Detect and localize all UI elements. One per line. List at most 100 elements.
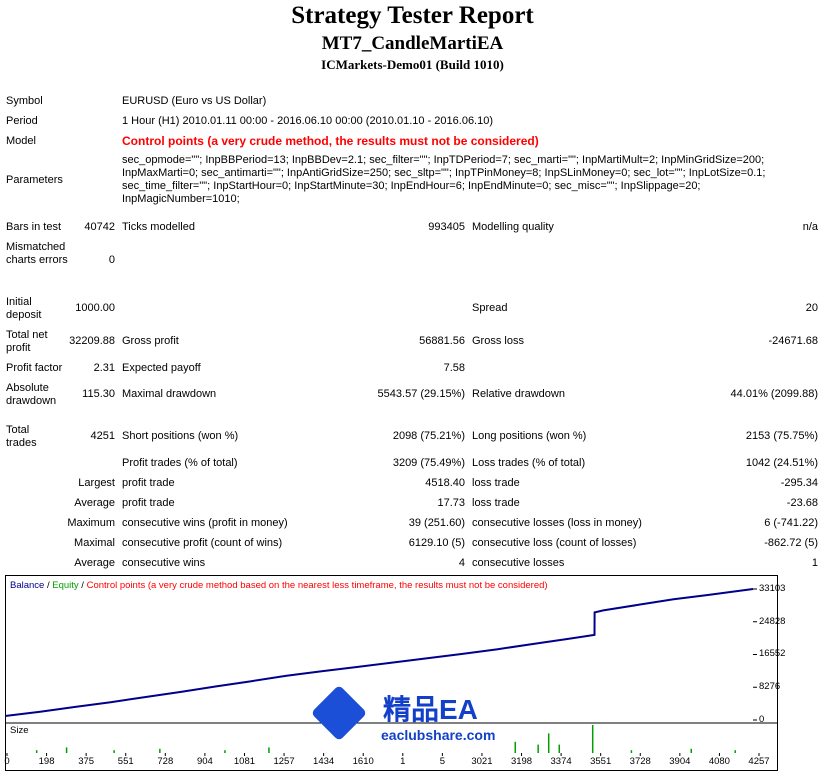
short-value: 2098 (75.21%) <box>392 430 465 442</box>
spread-label: Spread <box>472 302 508 314</box>
model-value: Control points (a very crude method, the… <box>122 134 539 148</box>
average-pt-label: profit trade <box>122 497 175 509</box>
size-label: Size <box>10 725 29 736</box>
maximal-label: Maximal <box>74 537 115 549</box>
quality-value: n/a <box>802 221 818 233</box>
watermark: 精品EA eaclubshare.com <box>310 684 510 748</box>
maximum-l-label: consecutive losses (loss in money) <box>472 517 642 529</box>
x-tick-label: 1081 <box>233 756 256 767</box>
long-value: 2153 (75.75%) <box>745 430 818 442</box>
average-label: Average <box>74 497 115 509</box>
x-tick-label: 375 <box>78 756 95 767</box>
y-tick-label: 8276 <box>759 681 781 693</box>
trades-value: 4251 <box>90 430 115 442</box>
maximal-l-label: consecutive loss (count of losses) <box>472 537 637 549</box>
y-tick-label: 33103 <box>759 583 786 594</box>
pt-label: Profit trades (% of total) <box>122 457 238 469</box>
average-lt-value: -23.68 <box>786 497 818 509</box>
symbol-value: EURUSD (Euro vs US Dollar) <box>122 95 267 107</box>
period-label: Period <box>6 115 38 127</box>
x-tick-label: 4257 <box>748 756 770 767</box>
legend-balance: Balance <box>10 580 45 591</box>
avgc-w-value: 4 <box>458 557 465 569</box>
largest-pt-value: 4518.40 <box>425 477 465 489</box>
maximum-w-label: consecutive wins (profit in money) <box>122 517 288 529</box>
legend-equity: Equity <box>52 580 79 591</box>
average-pt-value: 17.73 <box>437 497 465 509</box>
grossloss-label: Gross loss <box>472 335 524 347</box>
netprofit-label: Total net profit <box>6 329 48 354</box>
watermark-logo-icon <box>310 684 368 742</box>
absdd-label: Absolute drawdown <box>6 382 57 407</box>
x-tick-label: 3374 <box>550 756 572 767</box>
pf-label: Profit factor <box>6 362 63 374</box>
y-tick-label: 0 <box>759 714 765 725</box>
payoff-value: 7.58 <box>443 362 465 374</box>
absdd-value: 115.30 <box>82 388 115 400</box>
x-tick-label: 3021 <box>471 756 493 767</box>
grossprofit-label: Gross profit <box>122 335 179 347</box>
x-tick-label: 551 <box>117 756 134 767</box>
x-tick-label: 3728 <box>629 756 651 767</box>
average-lt-label: loss trade <box>472 497 520 509</box>
lt-label: Loss trades (% of total) <box>472 457 586 469</box>
symbol-label: Symbol <box>6 95 43 107</box>
lt-value: 1042 (24.51%) <box>745 457 818 469</box>
maximum-w-value: 39 (251.60) <box>408 517 465 529</box>
short-label: Short positions (won %) <box>122 430 239 442</box>
deposit-label: Initial deposit <box>6 296 42 321</box>
chart-legend: Balance / Equity / Control points (a ver… <box>10 580 548 591</box>
pf-value: 2.31 <box>93 362 115 374</box>
x-tick-label: 3198 <box>510 756 533 767</box>
legend-note: Control points (a very crude method base… <box>86 580 548 591</box>
reldd-label: Relative drawdown <box>472 388 565 400</box>
x-tick-label: 3904 <box>669 756 691 767</box>
avgc-l-value: 1 <box>811 557 818 569</box>
largest-pt-label: profit trade <box>122 477 175 489</box>
maximal-p-value: 6129.10 (5) <box>408 537 465 549</box>
grossloss-value: -24671.68 <box>768 335 818 347</box>
maximal-l-value: -862.72 (5) <box>764 537 818 549</box>
y-tick-label: 24828 <box>759 615 786 627</box>
avgc-w-label: consecutive wins <box>122 557 206 569</box>
period-value: 1 Hour (H1) 2010.01.11 00:00 - 2016.06.1… <box>122 115 494 127</box>
spread-value: 20 <box>805 302 818 314</box>
ticks-value: 993405 <box>428 221 465 233</box>
x-tick-label: 0 <box>4 756 10 767</box>
x-tick-label: 5 <box>439 756 445 767</box>
trades-label: Total trades <box>6 424 37 449</box>
parameters-value: sec_opmode=""; InpBBPeriod=13; InpBBDev=… <box>122 154 766 205</box>
grossprofit-value: 56881.56 <box>419 335 465 347</box>
avgc-label: Average <box>74 557 115 569</box>
reldd-value: 44.01% (2099.88) <box>730 388 818 400</box>
report-title: Strategy Tester Report <box>291 2 534 29</box>
x-tick-label: 1610 <box>352 756 374 767</box>
bars-value: 40742 <box>84 221 115 233</box>
model-label: Model <box>6 135 36 147</box>
maximum-l-value: 6 (-741.22) <box>764 517 818 529</box>
maximum-label: Maximum <box>67 517 115 529</box>
maxdd-value: 5543.57 (29.15%) <box>377 388 465 400</box>
maxdd-label: Maximal drawdown <box>122 388 217 400</box>
maximal-p-label: consecutive profit (count of wins) <box>122 537 283 549</box>
x-tick-label: 1257 <box>273 756 295 767</box>
quality-label: Modelling quality <box>472 221 554 233</box>
mismatch-value: 0 <box>108 254 115 266</box>
long-label: Long positions (won %) <box>472 430 587 442</box>
x-tick-label: 1 <box>400 756 406 767</box>
server-name: ICMarkets-Demo01 (Build 1010) <box>321 57 504 72</box>
pt-value: 3209 (75.49%) <box>392 457 465 469</box>
payoff-label: Expected payoff <box>122 362 201 374</box>
y-tick-label: 16552 <box>759 648 786 660</box>
x-tick-label: 4080 <box>708 756 730 767</box>
largest-lt-label: loss trade <box>472 477 520 489</box>
watermark-text: 精品EA <box>383 694 478 725</box>
parameters-label: Parameters <box>6 174 63 186</box>
x-tick-label: 1434 <box>313 756 335 767</box>
avgc-l-label: consecutive losses <box>472 557 565 569</box>
x-tick-label: 198 <box>38 756 55 767</box>
ea-name: MT7_CandleMartiEA <box>321 33 504 54</box>
mismatch-label: Mismatched charts errors <box>6 241 68 266</box>
watermark-url: eaclubshare.com <box>381 727 496 743</box>
x-tick-label: 904 <box>196 756 213 767</box>
